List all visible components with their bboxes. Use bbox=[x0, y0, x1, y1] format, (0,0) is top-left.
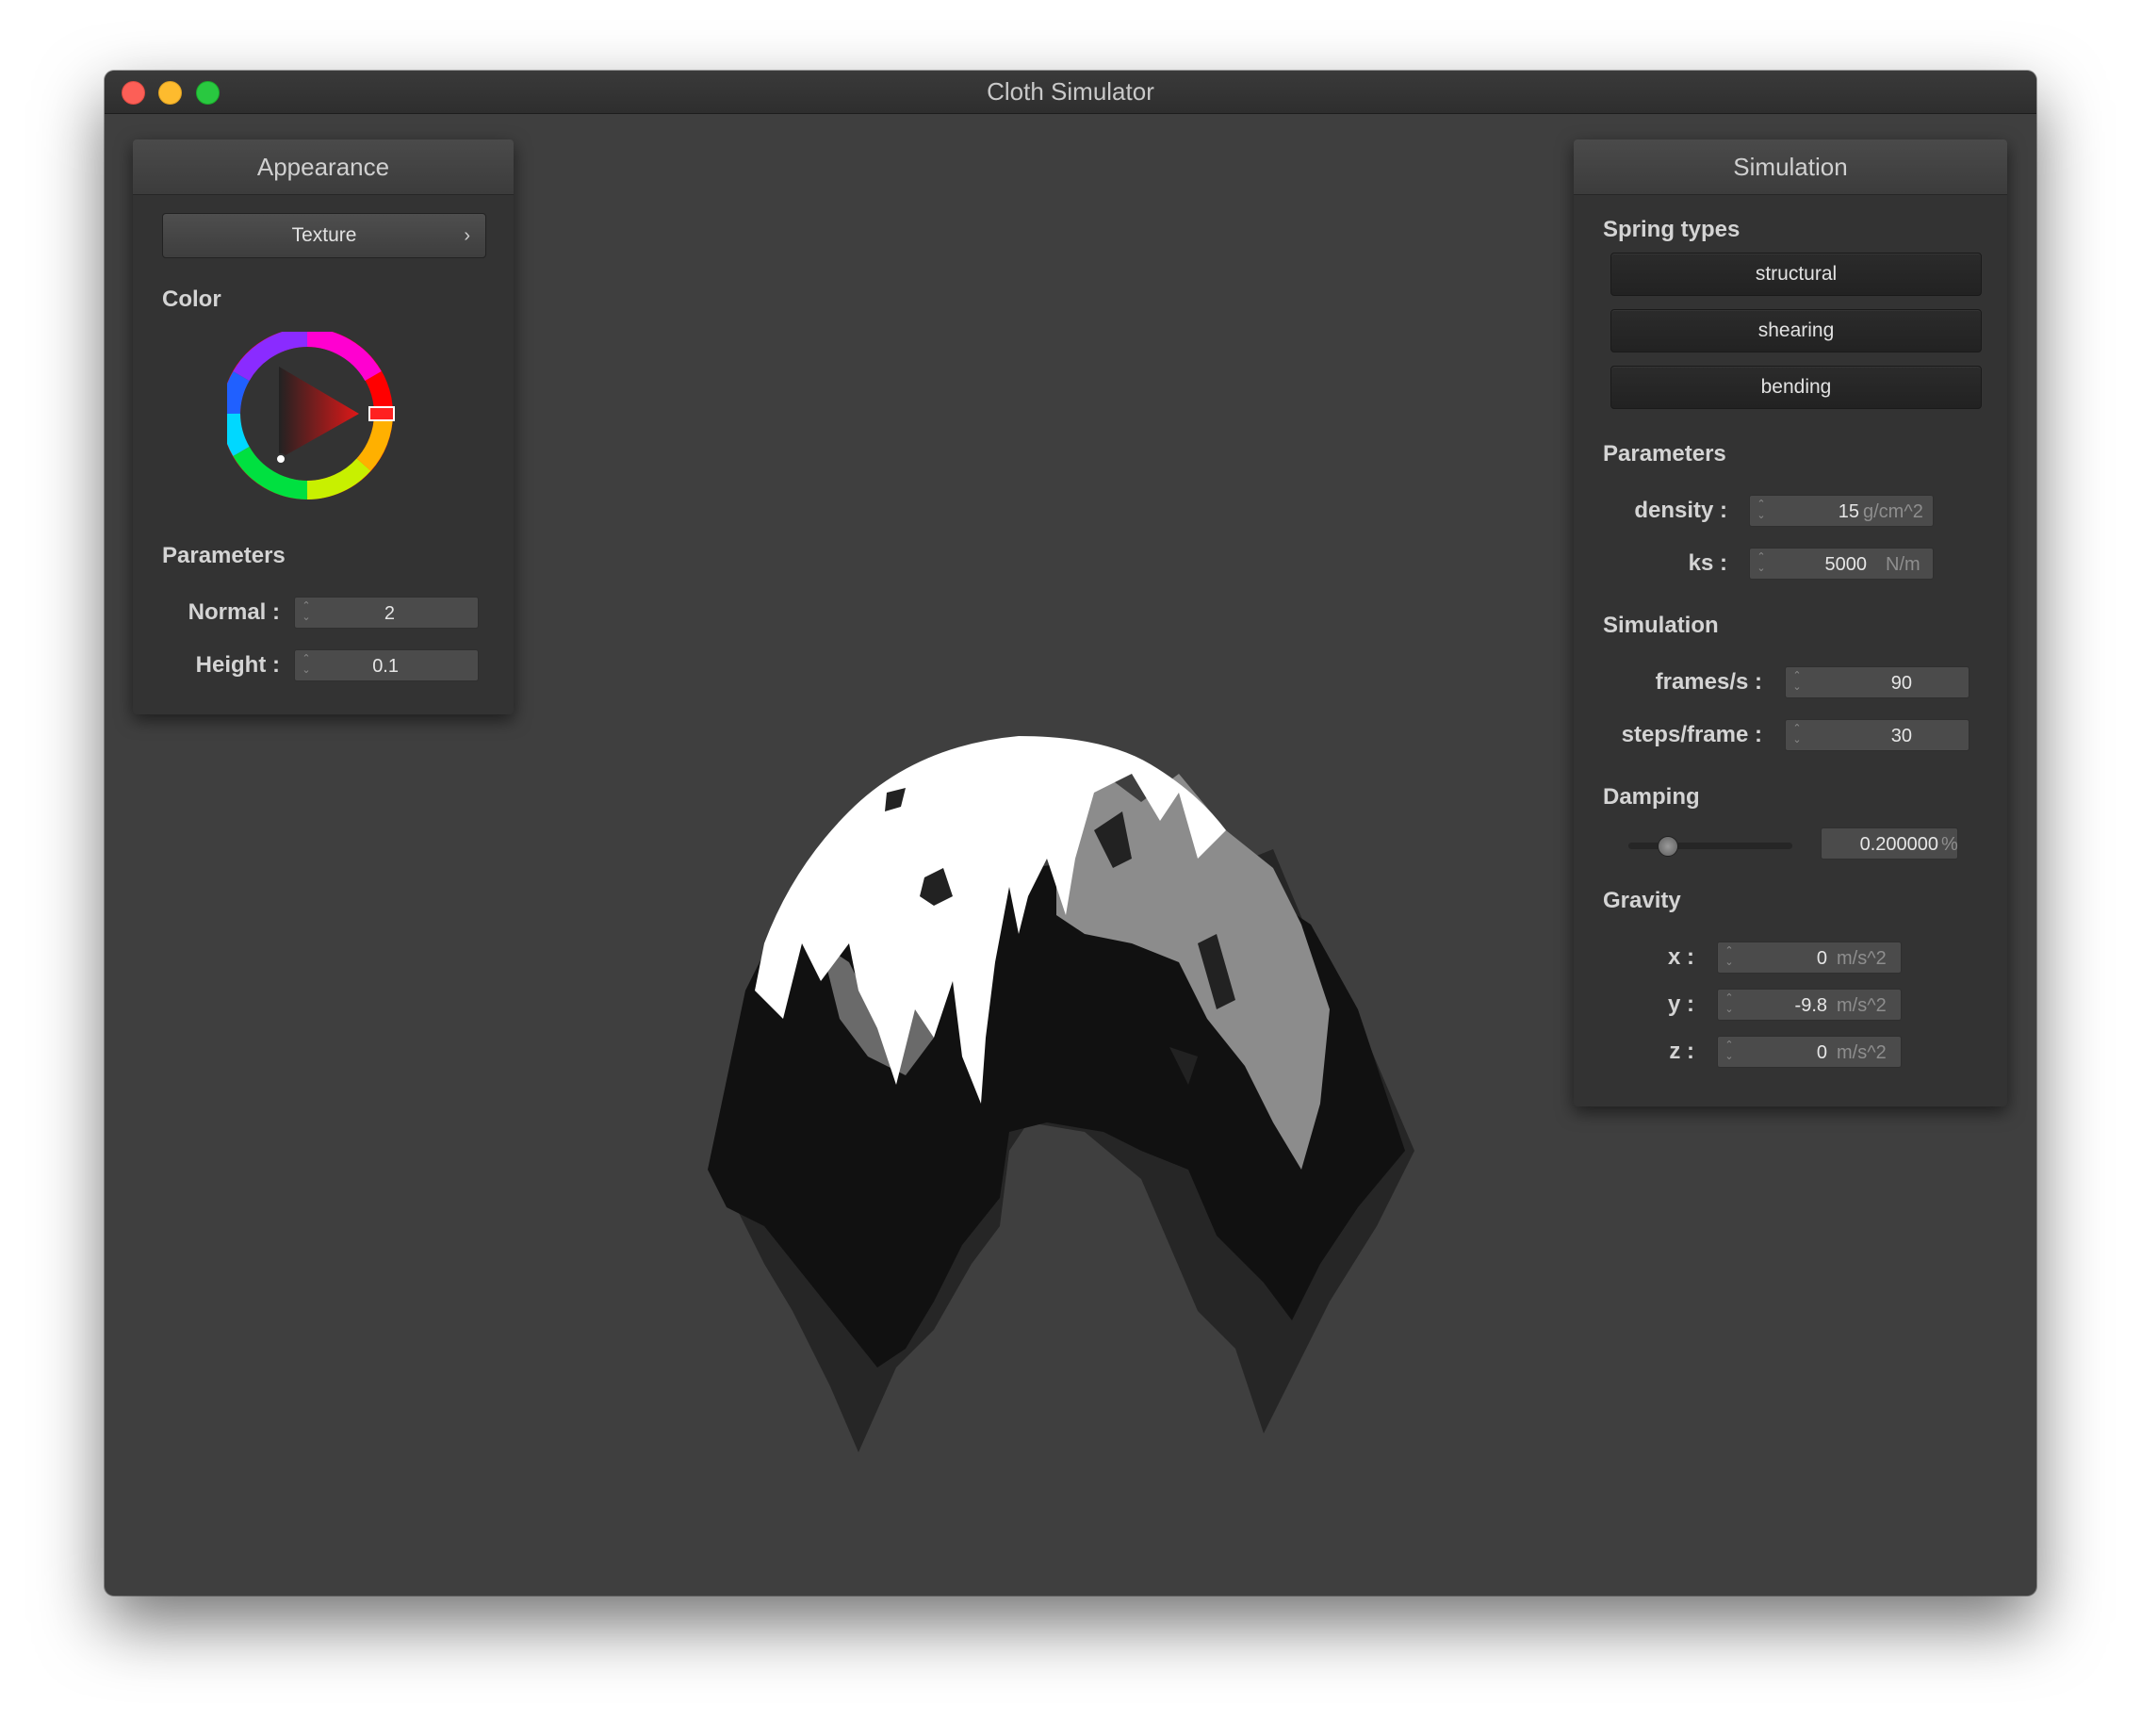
gravity-x-value: 0 bbox=[1816, 948, 1827, 969]
ks-label: ks : bbox=[1688, 550, 1727, 576]
gravity-x-label: x : bbox=[1667, 944, 1694, 970]
up-down-arrows-icon[interactable]: ⌃ ⌄ bbox=[1791, 723, 1803, 747]
density-unit: g/cm^2 bbox=[1863, 501, 1923, 522]
texture-button-label: Texture bbox=[291, 224, 357, 246]
density-value: 15 bbox=[1838, 501, 1859, 522]
steps-per-frame-value: 30 bbox=[1890, 726, 1912, 746]
gravity-y-label: y : bbox=[1667, 991, 1694, 1017]
ks-unit: N/m bbox=[1886, 554, 1920, 575]
frames-per-s-value: 90 bbox=[1890, 673, 1912, 694]
window-title: Cloth Simulator bbox=[987, 77, 1154, 106]
ks-input[interactable]: ⌃ ⌄ 5000 N/m bbox=[1749, 548, 1934, 580]
sim-parameters-label: Parameters bbox=[1603, 441, 1726, 467]
appearance-panel: Appearance Texture › Color Parameters No… bbox=[133, 139, 514, 714]
damping-slider-track bbox=[1628, 843, 1792, 849]
simulation-panel-title[interactable]: Simulation bbox=[1574, 139, 2007, 195]
up-down-arrows-icon[interactable]: ⌃ ⌄ bbox=[1791, 670, 1803, 695]
density-label: density : bbox=[1634, 498, 1727, 523]
damping-slider-knob[interactable] bbox=[1657, 836, 1678, 857]
up-down-arrows-icon[interactable]: ⌃ ⌄ bbox=[301, 600, 312, 625]
normal-input[interactable]: ⌃ ⌄ 2 bbox=[294, 597, 479, 629]
color-wheel[interactable] bbox=[227, 332, 406, 511]
texture-button[interactable]: Texture › bbox=[162, 213, 486, 258]
up-down-arrows-icon[interactable]: ⌃ ⌄ bbox=[1724, 1040, 1735, 1064]
height-input[interactable]: ⌃ ⌄ 0.1 bbox=[294, 649, 479, 681]
simulation-panel: Simulation Spring types structural shear… bbox=[1574, 139, 2007, 1106]
shearing-spring-toggle[interactable]: shearing bbox=[1610, 309, 1982, 352]
steps-per-frame-input[interactable]: ⌃ ⌄ 30 bbox=[1785, 719, 1969, 751]
normal-value: 2 bbox=[384, 603, 395, 624]
up-down-arrows-icon[interactable]: ⌃ ⌄ bbox=[1756, 551, 1767, 576]
normal-label: Normal : bbox=[188, 599, 280, 625]
up-down-arrows-icon[interactable]: ⌃ ⌄ bbox=[1756, 499, 1767, 523]
height-value: 0.1 bbox=[372, 656, 399, 677]
bending-spring-toggle[interactable]: bending bbox=[1610, 366, 1982, 409]
gravity-z-input[interactable]: ⌃ ⌄ 0 m/s^2 bbox=[1717, 1036, 1902, 1068]
color-label: Color bbox=[162, 287, 221, 312]
chevron-right-icon: › bbox=[464, 225, 470, 246]
damping-unit: % bbox=[1941, 834, 1958, 855]
damping-value: 0.200000 bbox=[1859, 834, 1938, 855]
gravity-x-input[interactable]: ⌃ ⌄ 0 m/s^2 bbox=[1717, 942, 1902, 974]
simulation-section-label: Simulation bbox=[1603, 613, 1719, 638]
gravity-label: Gravity bbox=[1603, 888, 1681, 913]
gravity-y-value: -9.8 bbox=[1794, 995, 1827, 1016]
gravity-y-input[interactable]: ⌃ ⌄ -9.8 m/s^2 bbox=[1717, 989, 1902, 1021]
spring-types-label: Spring types bbox=[1603, 217, 1741, 242]
density-input[interactable]: ⌃ ⌄ 15 g/cm^2 bbox=[1749, 495, 1934, 527]
gravity-y-unit: m/s^2 bbox=[1837, 995, 1887, 1016]
up-down-arrows-icon[interactable]: ⌃ ⌄ bbox=[1724, 992, 1735, 1017]
damping-slider[interactable] bbox=[1628, 833, 1792, 858]
up-down-arrows-icon[interactable]: ⌃ ⌄ bbox=[1724, 945, 1735, 970]
height-label: Height : bbox=[195, 652, 280, 678]
frames-per-s-input[interactable]: ⌃ ⌄ 90 bbox=[1785, 666, 1969, 698]
gravity-z-value: 0 bbox=[1816, 1042, 1827, 1063]
gravity-x-unit: m/s^2 bbox=[1837, 948, 1887, 969]
damping-label: Damping bbox=[1603, 784, 1700, 810]
ks-value: 5000 bbox=[1824, 554, 1868, 575]
damping-input[interactable]: 0.200000 % bbox=[1821, 827, 1958, 860]
up-down-arrows-icon[interactable]: ⌃ ⌄ bbox=[301, 653, 312, 678]
app-window: Cloth Simulator Appearance Texture › Col… bbox=[105, 71, 2036, 1596]
title-bar[interactable]: Cloth Simulator bbox=[105, 71, 2036, 114]
appearance-panel-title[interactable]: Appearance bbox=[133, 139, 514, 195]
steps-per-frame-label: steps/frame : bbox=[1621, 722, 1762, 747]
gravity-z-label: z : bbox=[1669, 1039, 1694, 1064]
frames-per-s-label: frames/s : bbox=[1655, 669, 1762, 695]
appearance-parameters-label: Parameters bbox=[162, 543, 286, 568]
gravity-z-unit: m/s^2 bbox=[1837, 1042, 1887, 1063]
structural-spring-toggle[interactable]: structural bbox=[1610, 253, 1982, 296]
